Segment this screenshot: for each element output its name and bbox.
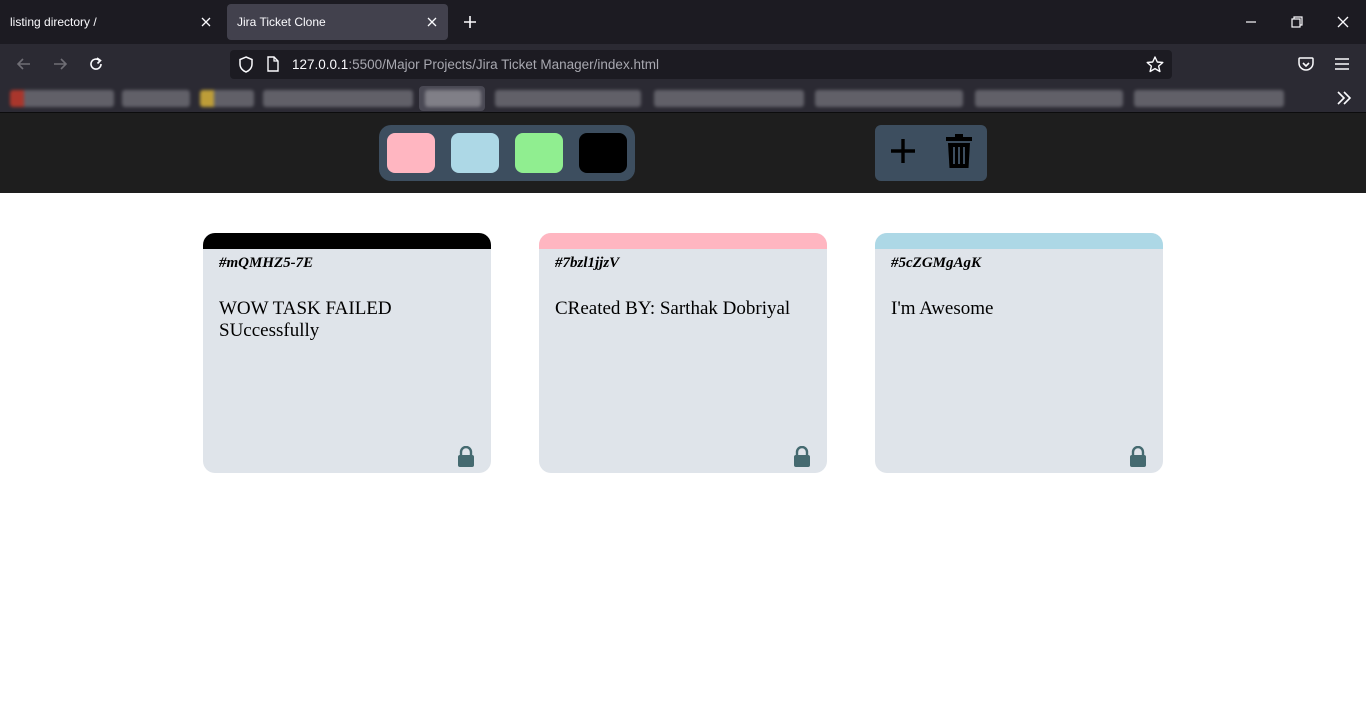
bookmark-item[interactable] bbox=[263, 90, 413, 107]
tab-title: Jira Ticket Clone bbox=[237, 15, 326, 29]
bookmark-item[interactable] bbox=[654, 90, 804, 107]
color-swatch-green[interactable] bbox=[515, 133, 563, 173]
chevron-double-right-icon[interactable] bbox=[1336, 91, 1352, 110]
bookmark-star-icon[interactable] bbox=[1146, 56, 1164, 78]
color-palette bbox=[379, 125, 635, 181]
ticket-color-band[interactable] bbox=[539, 233, 827, 249]
url-text[interactable]: 127.0.0.1:5500/Major Projects/Jira Ticke… bbox=[292, 57, 659, 72]
restore-window-button[interactable] bbox=[1274, 0, 1320, 44]
bookmark-item[interactable] bbox=[200, 90, 254, 107]
tab-strip: listing directory / Jira Ticket Clone bbox=[0, 0, 1366, 44]
back-button[interactable] bbox=[10, 50, 38, 78]
bookmarks-toolbar bbox=[0, 84, 1366, 113]
ticket-task-text[interactable]: I'm Awesome bbox=[891, 298, 1147, 320]
ticket-task-text[interactable]: CReated BY: Sarthak Dobriyal bbox=[555, 298, 811, 320]
bookmark-item[interactable] bbox=[425, 90, 481, 107]
delete-ticket-button[interactable] bbox=[939, 133, 979, 173]
bookmark-item[interactable] bbox=[1134, 90, 1284, 107]
address-bar[interactable]: 127.0.0.1:5500/Major Projects/Jira Ticke… bbox=[230, 50, 1172, 79]
app-toolbar bbox=[0, 113, 1366, 193]
lock-icon[interactable] bbox=[1129, 445, 1147, 468]
color-swatch-black[interactable] bbox=[579, 133, 627, 173]
tab-jira-ticket-clone[interactable]: Jira Ticket Clone bbox=[227, 4, 448, 40]
bookmark-item[interactable] bbox=[815, 90, 963, 107]
close-tab-icon[interactable] bbox=[418, 8, 446, 36]
url-path: :5500/Major Projects/Jira Ticket Manager… bbox=[348, 57, 659, 72]
ticket-card[interactable]: #5cZGMgAgK I'm Awesome bbox=[875, 233, 1163, 473]
new-tab-button[interactable] bbox=[456, 8, 484, 36]
trash-icon bbox=[946, 133, 972, 173]
color-swatch-blue[interactable] bbox=[451, 133, 499, 173]
lock-icon[interactable] bbox=[793, 445, 811, 468]
lock-icon[interactable] bbox=[457, 445, 475, 468]
close-tab-icon[interactable] bbox=[192, 8, 220, 36]
ticket-task-text[interactable]: WOW TASK FAILED SUccessfully bbox=[219, 298, 475, 342]
color-swatch-pink[interactable] bbox=[387, 133, 435, 173]
ticket-id: #mQMHZ5-7E bbox=[219, 255, 314, 271]
navigation-bar: 127.0.0.1:5500/Major Projects/Jira Ticke… bbox=[0, 44, 1366, 84]
add-ticket-button[interactable] bbox=[883, 133, 923, 173]
plus-icon bbox=[889, 137, 917, 170]
ticket-id: #7bzl1jjzV bbox=[555, 255, 620, 271]
url-host: 127.0.0.1 bbox=[292, 57, 349, 72]
forward-button[interactable] bbox=[46, 50, 74, 78]
bookmark-item[interactable] bbox=[10, 90, 114, 107]
bookmark-item[interactable] bbox=[122, 90, 190, 107]
page-icon[interactable] bbox=[267, 56, 279, 77]
action-group bbox=[875, 125, 987, 181]
minimize-window-button[interactable] bbox=[1228, 0, 1274, 44]
pocket-icon[interactable] bbox=[1292, 50, 1320, 78]
reload-button[interactable] bbox=[82, 50, 110, 78]
tab-title: listing directory / bbox=[10, 15, 97, 29]
tab-listing-directory[interactable]: listing directory / bbox=[0, 4, 222, 40]
shield-icon[interactable] bbox=[238, 56, 254, 78]
ticket-color-band[interactable] bbox=[875, 233, 1163, 249]
ticket-color-band[interactable] bbox=[203, 233, 491, 249]
ticket-card[interactable]: #7bzl1jjzV CReated BY: Sarthak Dobriyal bbox=[539, 233, 827, 473]
bookmark-item[interactable] bbox=[495, 90, 641, 107]
close-window-button[interactable] bbox=[1320, 0, 1366, 44]
menu-icon[interactable] bbox=[1328, 50, 1356, 78]
bookmark-item[interactable] bbox=[975, 90, 1123, 107]
ticket-card[interactable]: #mQMHZ5-7E WOW TASK FAILED SUccessfully bbox=[203, 233, 491, 473]
ticket-id: #5cZGMgAgK bbox=[891, 255, 981, 271]
